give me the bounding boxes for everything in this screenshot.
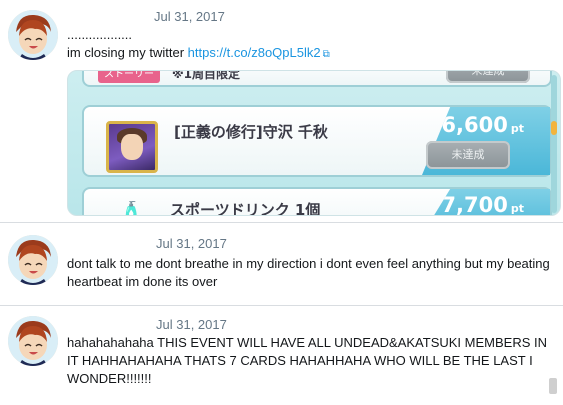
- media-row-text: ※1周目限定: [172, 70, 241, 81]
- sports-drink-icon: 🧴: [120, 201, 143, 216]
- points-panel: 7,700 pt: [422, 189, 550, 216]
- tweet-date[interactable]: Jul 31, 2017: [156, 236, 227, 251]
- avatar-image: [8, 235, 58, 285]
- media-scroll-thumb: [551, 121, 557, 135]
- points-value: 6,600 pt: [441, 113, 524, 137]
- tweet-date[interactable]: Jul 31, 2017: [156, 317, 227, 332]
- story-label: ストーリー: [98, 71, 160, 83]
- character-card-icon: [106, 121, 158, 173]
- media-scrollbar: [551, 75, 557, 213]
- avatar[interactable]: [8, 10, 58, 60]
- tweet-2: Jul 31, 2017 dont talk to me dont breath…: [0, 223, 563, 305]
- media-row-title: スポーツドリンク 1個: [170, 201, 321, 216]
- avatar[interactable]: [8, 316, 58, 366]
- status-button: 未達成: [426, 141, 510, 169]
- media-row-top: ストーリー ※1周目限定 未達成: [82, 70, 552, 87]
- points-value: 7,700 pt: [441, 193, 524, 216]
- avatar-image: [8, 10, 58, 60]
- tweet-line: im closing my twitter https://t.co/z8oQp…: [67, 44, 557, 64]
- tweet-link[interactable]: https://t.co/z8oQpL5lk2: [188, 45, 321, 60]
- tweet-text: dont talk to me dont breathe in my direc…: [67, 256, 550, 289]
- avatar-image: [8, 316, 58, 366]
- avatar[interactable]: [8, 235, 58, 285]
- media-row: 🧴 スポーツドリンク 1個 7,700 pt: [82, 187, 552, 216]
- tweet-date[interactable]: Jul 31, 2017: [154, 9, 225, 24]
- page-scrollbar-thumb[interactable]: [549, 378, 557, 394]
- status-button: 未達成: [446, 71, 530, 83]
- tweet-line: ..................: [67, 27, 133, 42]
- tweet-text: hahahahahaha THIS EVENT WILL HAVE ALL UN…: [67, 335, 547, 386]
- tweet-text: .................. im closing my twitter…: [67, 26, 557, 64]
- external-link-icon: ⧉: [322, 49, 330, 60]
- tweet-body: im closing my twitter: [67, 45, 188, 60]
- tweet-3: Jul 31, 2017 hahahahahaha THIS EVENT WIL…: [0, 306, 563, 405]
- media-row-title: [正義の修行]守沢 千秋: [174, 123, 328, 141]
- tweet-media-image[interactable]: ストーリー ※1周目限定 未達成 [正義の修行]守沢 千秋 6,600 pt 未達…: [67, 70, 561, 216]
- tweet-1: Jul 31, 2017 .................. im closi…: [0, 0, 563, 222]
- media-row: [正義の修行]守沢 千秋 6,600 pt 未達成: [82, 105, 552, 177]
